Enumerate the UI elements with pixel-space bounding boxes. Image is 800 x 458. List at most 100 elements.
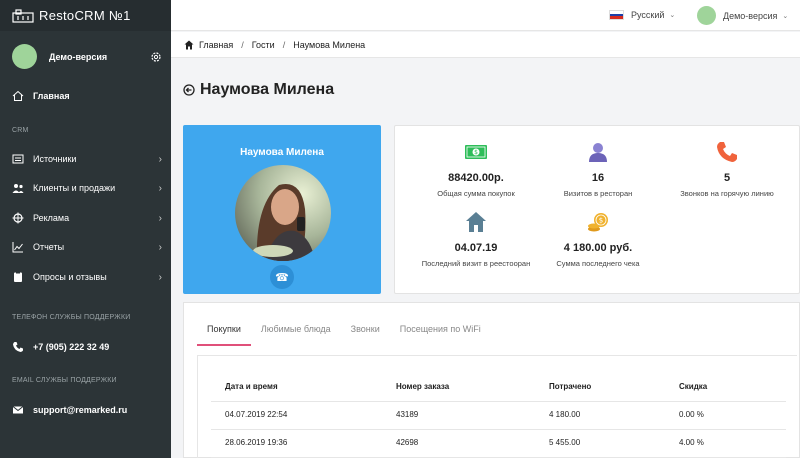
language-selector[interactable]: Русский ⌄ (609, 10, 675, 20)
phone-icon (13, 342, 23, 352)
tab-favorite-dishes[interactable]: Любимые блюда (251, 319, 341, 346)
phone-icon (717, 142, 737, 162)
svg-text:$: $ (599, 217, 603, 225)
list-icon (12, 154, 24, 164)
profile-card: Наумова Милена ☎ (183, 125, 381, 294)
cell-datetime: 04.07.2019 22:54 (225, 410, 288, 419)
table-header: Дата и время Номер заказа Потрачено Скид… (198, 374, 788, 399)
table-row[interactable]: 04.07.2019 22:54 43189 4 180.00 0.00 % (198, 402, 788, 427)
logo-icon (12, 8, 34, 23)
breadcrumb-home[interactable]: Главная (199, 40, 233, 50)
profile-name: Наумова Милена (240, 147, 324, 158)
clipboard-icon (14, 271, 22, 282)
tab-purchases[interactable]: Покупки (197, 319, 251, 346)
sidebar-item-label: Главная (33, 91, 70, 101)
back-arrow-icon[interactable] (183, 84, 195, 96)
user-icon (589, 143, 607, 162)
sidebar-item-surveys[interactable]: Опросы и отзывы › (12, 271, 162, 283)
profile-photo (235, 165, 331, 261)
chevron-right-icon: › (158, 212, 162, 224)
logo[interactable]: RestoCRM №1 (0, 0, 171, 31)
logo-text: RestoCRM №1 (39, 8, 131, 23)
chevron-right-icon: › (158, 241, 162, 253)
section-label-phone: ТЕЛЕФОН СЛУЖБЫ ПОДДЕРЖКИ (12, 314, 131, 321)
user-menu-label: Демо-версия (723, 10, 778, 21)
chevron-right-icon: › (158, 182, 162, 194)
cell-discount: 0.00 % (679, 410, 704, 419)
section-label-crm: CRM (12, 127, 29, 134)
sidebar-item-reports[interactable]: Отчеты › (12, 241, 162, 253)
stats-card: $ 88420.00р. Общая сумма покупок 16 Визи… (394, 125, 800, 294)
sidebar-item-label: Отчеты (33, 242, 65, 252)
sidebar-user: Демо-версия (12, 44, 162, 69)
stat-label: Звонков на горячую линию (680, 189, 774, 198)
stat-calls: 5 Звонков на горячую линию (657, 140, 797, 198)
support-phone-text: +7 (905) 222 32 49 (33, 342, 110, 352)
tab-wifi-visits[interactable]: Посещения по WiFi (390, 319, 491, 346)
home-icon (12, 90, 24, 101)
stat-label: Сумма последнего чека (556, 259, 640, 268)
sidebar-item-sources[interactable]: Источники › (12, 153, 162, 165)
russia-flag-icon (609, 10, 624, 20)
column-header-spent[interactable]: Потрачено (549, 382, 591, 391)
support-phone[interactable]: +7 (905) 222 32 49 (12, 341, 162, 353)
chevron-right-icon: › (158, 271, 162, 283)
breadcrumb-separator: / (241, 39, 244, 50)
stat-visits: 16 Визитов в ресторан (528, 140, 668, 198)
chart-icon (12, 242, 23, 253)
cell-order: 42698 (396, 438, 419, 447)
tab-calls[interactable]: Звонки (341, 319, 390, 346)
sidebar-item-ads[interactable]: Реклама › (12, 212, 162, 224)
support-email-text: support@remarked.ru (33, 405, 128, 415)
chevron-down-icon: ⌄ (782, 12, 789, 20)
avatar[interactable] (12, 44, 37, 69)
cell-order: 43189 (396, 410, 419, 419)
stat-last-visit: 04.07.19 Последний визит в реестооран (406, 210, 546, 268)
tabs-panel: Покупки Любимые блюда Звонки Посещения п… (183, 302, 800, 458)
column-header-discount[interactable]: Скидка (679, 382, 707, 391)
gear-icon[interactable] (150, 51, 162, 63)
sidebar-item-label: Клиенты и продажи (33, 183, 116, 193)
stat-value: 5 (723, 172, 731, 184)
chevron-right-icon: › (158, 153, 162, 165)
stat-value: 04.07.19 (454, 242, 498, 254)
column-header-datetime[interactable]: Дата и время (225, 382, 278, 391)
sidebar-item-label: Источники (33, 154, 77, 164)
tab-bar: Покупки Любимые блюда Звонки Посещения п… (197, 319, 491, 346)
sidebar-item-label: Опросы и отзывы (33, 272, 107, 282)
stat-label: Визитов в ресторан (563, 189, 633, 198)
section-label-email: EMAIL СЛУЖБЫ ПОДДЕРЖКИ (12, 377, 117, 384)
home-icon (184, 40, 194, 49)
chevron-down-icon: ⌄ (669, 12, 676, 19)
table-row[interactable]: 28.06.2019 19:36 42698 5 455.00 4.00 % (198, 430, 788, 455)
page-title: Наумова Милена (183, 81, 334, 99)
stat-label: Общая сумма покупок (437, 189, 515, 198)
avatar (697, 6, 716, 25)
stat-label: Последний визит в реестооран (421, 259, 531, 268)
telephone-icon: ☎ (275, 271, 289, 284)
stat-total-purchases: $ 88420.00р. Общая сумма покупок (406, 140, 546, 198)
breadcrumb-separator: / (282, 39, 286, 50)
sidebar-item-home[interactable]: Главная (12, 90, 162, 102)
breadcrumb-current: Наумова Милена (293, 39, 366, 50)
sidebar-item-label: Реклама (33, 213, 70, 223)
users-icon (12, 184, 24, 193)
stat-value: 16 (591, 172, 605, 184)
sidebar-item-clients[interactable]: Клиенты и продажи › (12, 182, 162, 194)
user-menu[interactable]: Демо-версия ⌄ (697, 6, 788, 25)
support-email[interactable]: support@remarked.ru (12, 404, 162, 416)
envelope-icon (12, 406, 24, 414)
breadcrumb-guests[interactable]: Гости (252, 40, 275, 50)
call-button[interactable]: ☎ (270, 265, 294, 289)
column-header-order[interactable]: Номер заказа (396, 382, 449, 391)
topbar: Русский ⌄ Демо-версия ⌄ (171, 0, 800, 31)
cell-discount: 4.00 % (679, 438, 704, 447)
svg-text:$: $ (474, 149, 478, 156)
cell-spent: 4 180.00 (549, 410, 581, 419)
coins-icon: $ (588, 213, 608, 232)
page-title-text: Наумова Милена (200, 81, 335, 98)
purchases-table: Дата и время Номер заказа Потрачено Скид… (197, 355, 797, 458)
breadcrumb: Главная / Гости / Наумова Милена (171, 32, 800, 58)
house-icon (466, 212, 486, 232)
stat-last-check: $ 4 180.00 руб. Сумма последнего чека (528, 210, 668, 268)
